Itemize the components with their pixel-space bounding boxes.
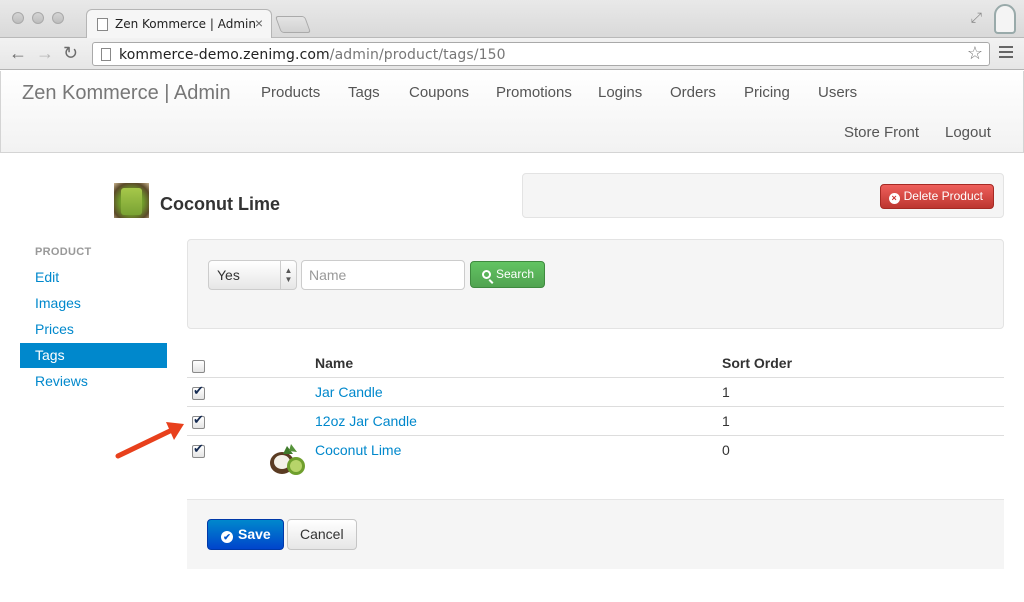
annotation-arrow-icon (115, 422, 184, 459)
coconut-lime-image (270, 444, 305, 475)
nav-tags[interactable]: Tags (348, 84, 380, 101)
row-divider (187, 435, 1004, 436)
product-actions-well: × Delete Product (522, 173, 1004, 218)
tag-name-link[interactable]: Jar Candle (315, 384, 383, 400)
url-text: kommerce-demo.zenimg.com/admin/product/t… (119, 47, 506, 63)
nav-pricing[interactable]: Pricing (744, 84, 790, 101)
search-icon (482, 270, 491, 279)
select-value: Yes (217, 267, 240, 283)
fullscreen-icon[interactable]: ⤢ (971, 9, 982, 26)
sidebar-item-tags[interactable]: Tags (20, 343, 167, 368)
sort-order-value: 0 (722, 442, 730, 458)
new-tab-button[interactable] (274, 16, 312, 33)
nav-coupons[interactable]: Coupons (409, 84, 469, 101)
cancel-button[interactable]: Cancel (287, 519, 357, 550)
delete-product-label: Delete Product (903, 189, 983, 203)
browser-tab-strip: Zen Kommerce | Admin × ⤢ (0, 0, 1024, 39)
profile-icon[interactable] (994, 4, 1016, 34)
select-arrows-icon: ▲ ▼ (280, 261, 296, 289)
nav-orders[interactable]: Orders (670, 84, 716, 101)
app-navbar: Zen Kommerce | Admin Products Tags Coupo… (0, 71, 1024, 153)
ok-circle-icon: ✔ (221, 531, 233, 543)
product-title: Coconut Lime (160, 194, 280, 214)
name-search-input[interactable] (301, 260, 465, 290)
sidebar-header: PRODUCT (35, 246, 92, 258)
forward-icon[interactable]: → (36, 42, 54, 64)
nav-users[interactable]: Users (818, 84, 857, 101)
search-label: Search (496, 267, 535, 281)
sidebar-item-images[interactable]: Images (20, 291, 167, 316)
save-button[interactable]: ✔ Save (207, 519, 284, 550)
tag-name-link[interactable]: Coconut Lime (315, 442, 401, 458)
tag-name-link[interactable]: 12oz Jar Candle (315, 413, 417, 429)
back-icon[interactable]: ← (9, 42, 27, 64)
window-minimize-button[interactable] (32, 12, 44, 24)
tab-title: Zen Kommerce | Admin (115, 17, 256, 31)
sidebar-item-prices[interactable]: Prices (20, 317, 167, 342)
nav-products[interactable]: Products (261, 84, 320, 101)
browser-menu-icon[interactable] (999, 46, 1013, 61)
product-thumbnail (114, 183, 149, 218)
column-header-sort-order[interactable]: Sort Order (722, 355, 792, 371)
form-actions: ✔ Save Cancel (187, 499, 1004, 569)
row-checkbox[interactable] (192, 413, 205, 429)
reload-icon[interactable]: ↻ (63, 42, 78, 64)
column-header-name[interactable]: Name (315, 355, 353, 371)
bookmark-star-icon[interactable]: ☆ (967, 43, 983, 64)
page-icon (97, 18, 108, 31)
sort-order-value: 1 (722, 413, 730, 429)
filter-well: Yes ▲▼ Search (187, 239, 1004, 329)
active-filter-select[interactable]: Yes ▲ ▼ (208, 260, 297, 290)
row-checkbox[interactable] (192, 384, 205, 400)
row-divider (187, 406, 1004, 407)
remove-circle-icon: × (888, 193, 900, 204)
sidebar-item-reviews[interactable]: Reviews (20, 369, 167, 394)
sort-order-value: 1 (722, 384, 730, 400)
sidebar-item-edit[interactable]: Edit (20, 265, 167, 290)
select-all-checkbox[interactable] (192, 360, 205, 373)
window-close-button[interactable] (12, 12, 24, 24)
browser-tab[interactable]: Zen Kommerce | Admin × (86, 9, 272, 39)
nav-logins[interactable]: Logins (598, 84, 642, 101)
tab-close-icon[interactable]: × (255, 15, 263, 31)
save-label: Save (238, 526, 271, 542)
brand[interactable]: Zen Kommerce | Admin (22, 82, 231, 105)
url-path: /admin/product/tags/150 (329, 47, 506, 63)
nav-store-front[interactable]: Store Front (844, 124, 919, 141)
row-divider (187, 377, 1004, 378)
nav-logout[interactable]: Logout (945, 124, 991, 141)
browser-toolbar: ← → ↻ kommerce-demo.zenimg.com/admin/pro… (0, 38, 1024, 70)
url-host: kommerce-demo.zenimg.com (119, 47, 330, 63)
search-button[interactable]: Search (470, 261, 546, 288)
window-zoom-button[interactable] (52, 12, 64, 24)
nav-promotions[interactable]: Promotions (496, 84, 572, 101)
page-icon (101, 48, 111, 61)
address-bar[interactable]: kommerce-demo.zenimg.com/admin/product/t… (92, 42, 990, 66)
row-checkbox[interactable] (192, 442, 205, 458)
delete-product-button[interactable]: × Delete Product (879, 184, 994, 209)
